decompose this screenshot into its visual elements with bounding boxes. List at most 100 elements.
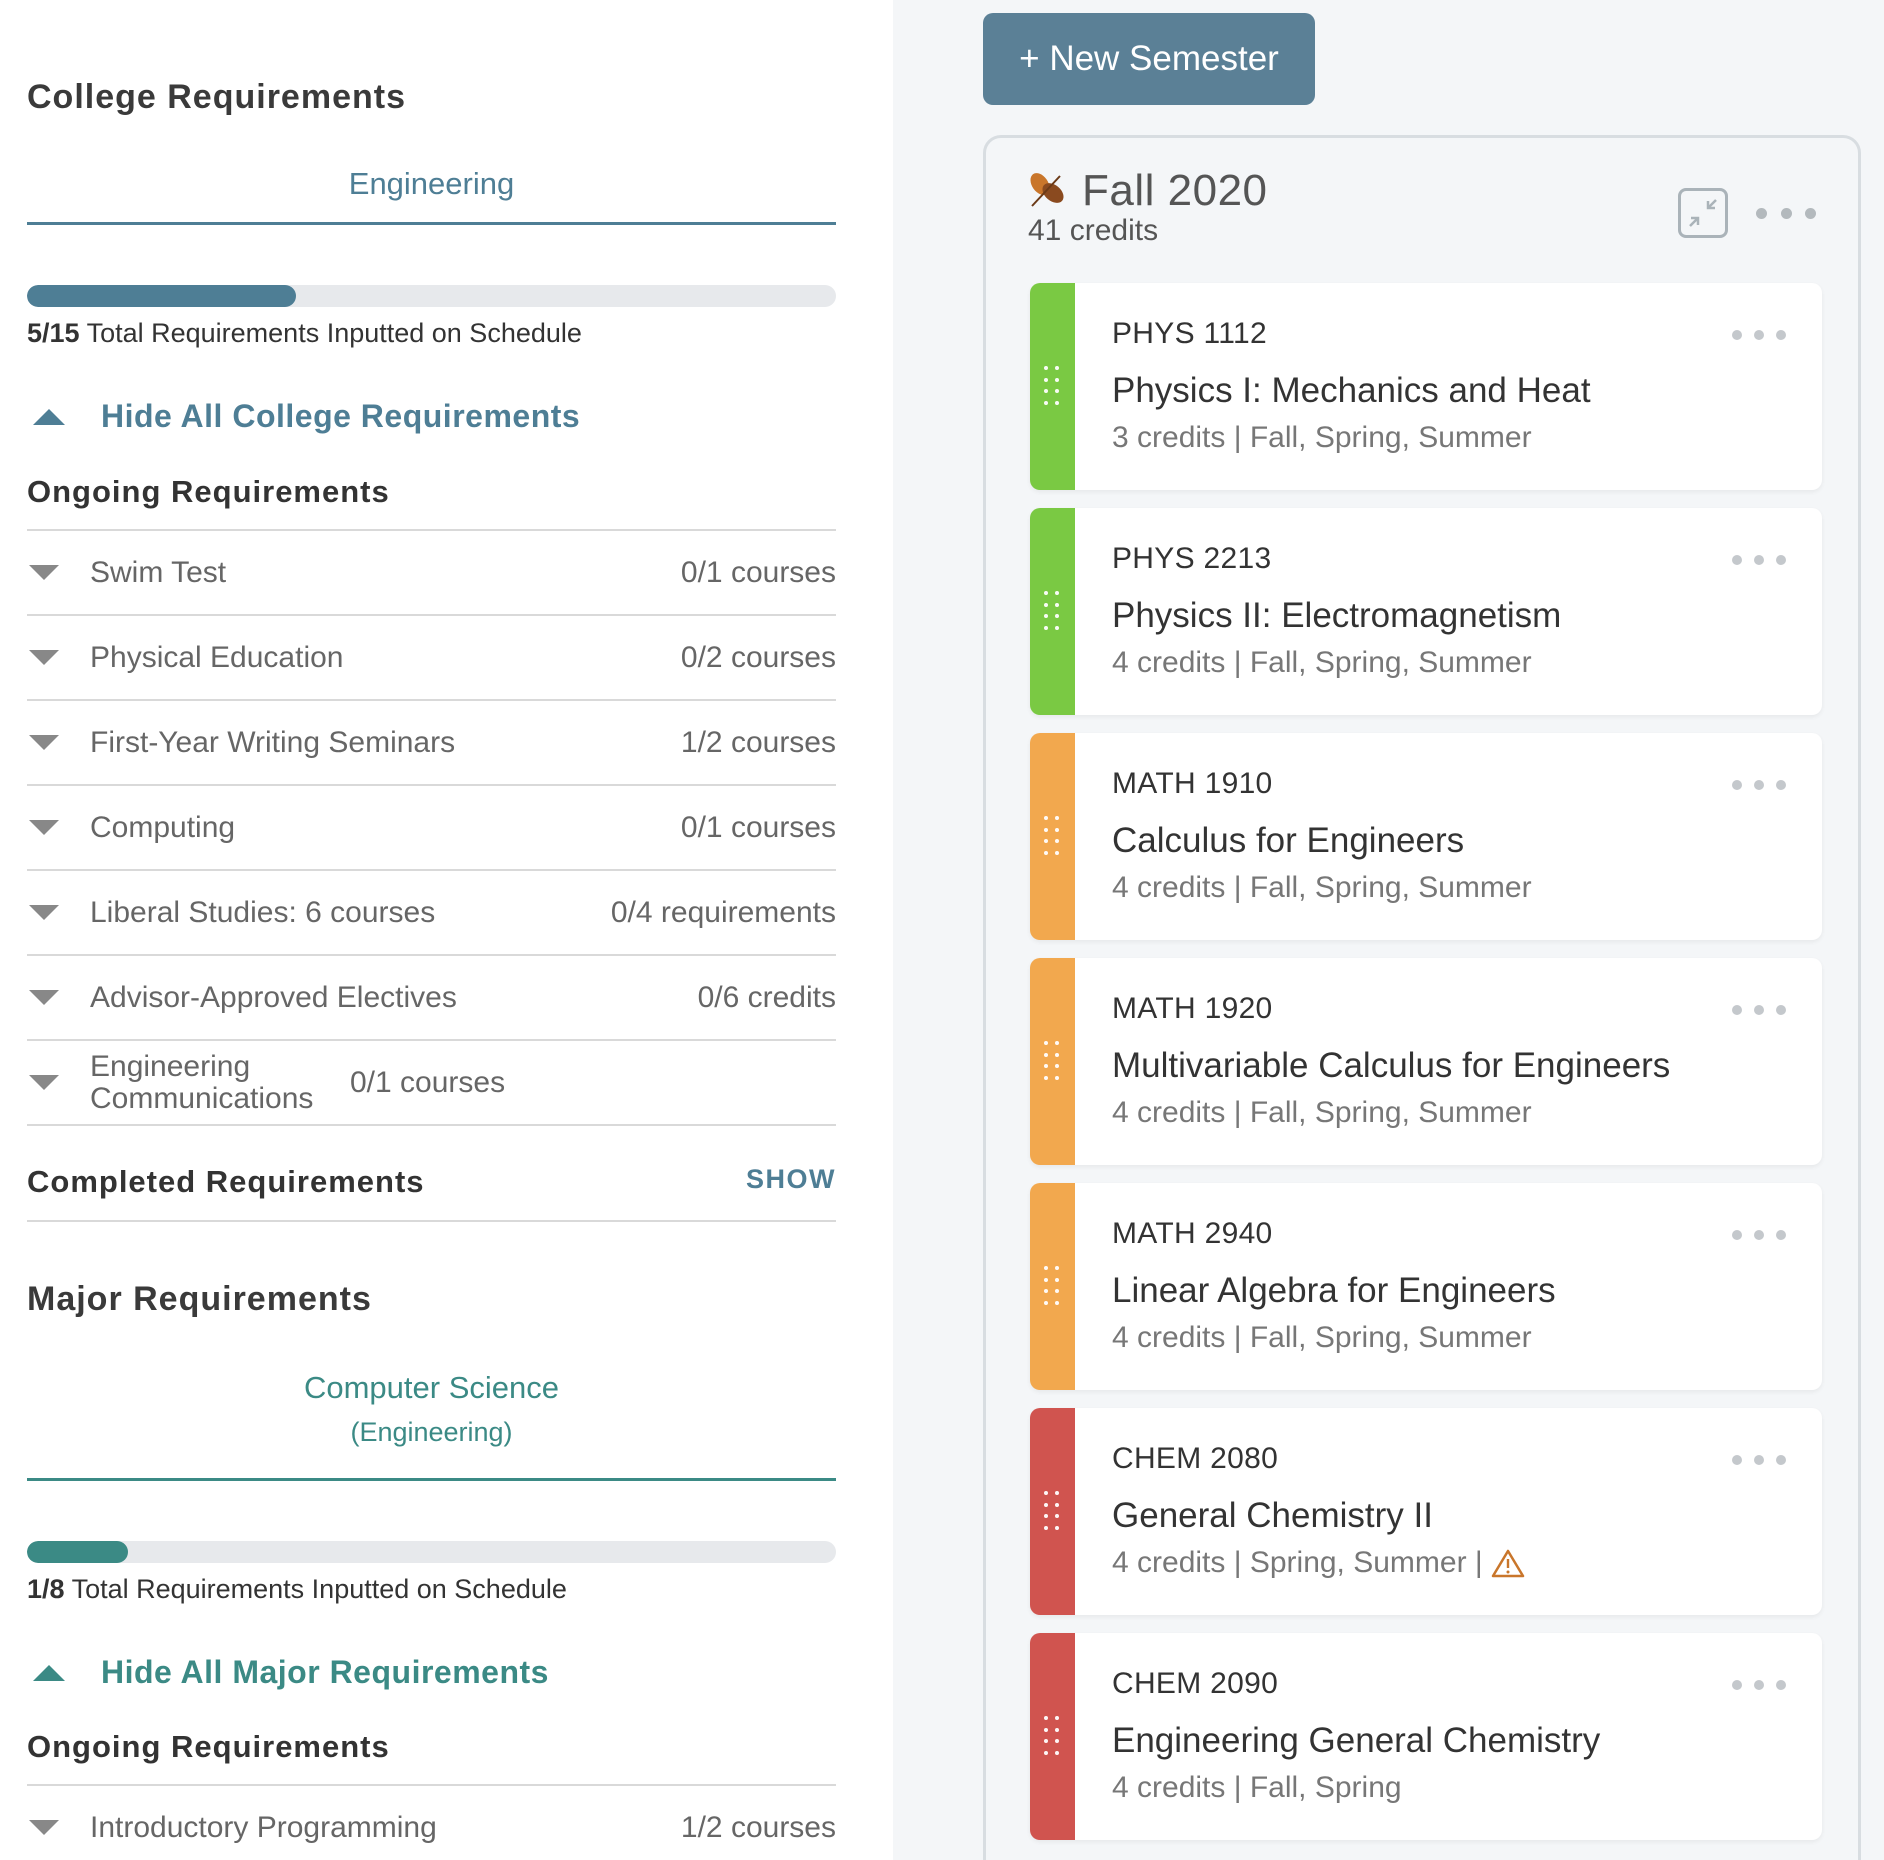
course-color-bar[interactable] [1030, 1183, 1075, 1390]
course-color-bar[interactable] [1030, 958, 1075, 1165]
course-card[interactable]: MATH 2940 Linear Algebra for Engineers 4 c… [1030, 1183, 1822, 1390]
grip-dot [1044, 1289, 1048, 1293]
caret-down-icon [29, 905, 59, 920]
app: College Requirements Engineering 5/15 To… [0, 0, 1884, 1860]
course-card[interactable]: CHEM 2080 General Chemistry II 4 credits |… [1030, 1408, 1822, 1615]
requirement-count: 0/1 courses [680, 555, 836, 589]
course-meta-text: 4 credits | Fall, Spring, Summer [1112, 646, 1532, 679]
course-card[interactable]: PHYS 1112 Physics I: Mechanics and Heat 3 … [1030, 283, 1822, 490]
course-card[interactable]: CHEM 2090 Engineering General Chemistry 4 … [1030, 1633, 1822, 1840]
dot [1776, 555, 1786, 565]
grip-dot [1044, 400, 1048, 405]
grip-dot [1055, 1041, 1059, 1045]
course-more-menu[interactable] [1732, 1677, 1786, 1693]
requirement-count: 0/1 courses [680, 810, 836, 844]
grip-dot [1055, 1502, 1059, 1507]
requirement-row[interactable]: First-Year Writing Seminars 1/2 courses [27, 701, 836, 786]
hide-major-requirements-toggle[interactable]: Hide All Major Requirements [27, 1654, 549, 1691]
collapse-semester-button[interactable] [1678, 188, 1728, 238]
dot [1754, 330, 1764, 340]
course-name: Engineering General Chemistry [1112, 1721, 1601, 1760]
course-color-bar[interactable] [1030, 283, 1075, 490]
course-card[interactable]: MATH 1920 Multivariable Calculus for Engi… [1030, 958, 1822, 1165]
college-progress-text: 5/15 Total Requirements Inputted on Sche… [27, 318, 582, 349]
course-meta: 4 credits | Fall, Spring, Summer [1112, 1321, 1532, 1355]
course-more-menu[interactable] [1732, 1227, 1786, 1243]
course-more-menu[interactable] [1732, 327, 1786, 343]
ongoing-requirements-heading: Ongoing Requirements [27, 474, 390, 509]
drag-handle-icon[interactable] [1044, 1716, 1060, 1756]
course-more-menu[interactable] [1732, 1452, 1786, 1468]
grip-dot [1055, 827, 1059, 832]
dot [1776, 1005, 1786, 1015]
tab-computer-science-sub: (Engineering) [350, 1417, 513, 1447]
course-more-menu[interactable] [1732, 1002, 1786, 1018]
dot [1776, 1455, 1786, 1465]
course-meta: 4 credits | Fall, Spring [1112, 1771, 1402, 1805]
grip-dot [1044, 1525, 1048, 1530]
grip-dot [1055, 1277, 1059, 1282]
requirement-row[interactable]: Advisor-Approved Electives 0/6 credits [27, 956, 836, 1041]
grip-dot [1055, 1075, 1059, 1080]
requirement-row[interactable]: Computing 0/1 courses [27, 786, 836, 871]
warning-icon[interactable] [1491, 1548, 1525, 1578]
requirement-count: 1/2 courses [680, 1810, 836, 1844]
course-meta: 3 credits | Fall, Spring, Summer [1112, 421, 1532, 455]
course-more-menu[interactable] [1732, 777, 1786, 793]
requirement-row[interactable]: Engineering Communications 0/1 courses [27, 1041, 836, 1126]
course-card[interactable]: MATH 1910 Calculus for Engineers 4 credits… [1030, 733, 1822, 940]
course-code: PHYS 1112 [1112, 317, 1268, 350]
drag-handle-icon[interactable] [1044, 366, 1060, 406]
dot [1776, 1230, 1786, 1240]
grip-dot [1044, 377, 1048, 382]
drag-handle-icon[interactable] [1044, 1266, 1060, 1306]
hide-college-requirements-toggle[interactable]: Hide All College Requirements [27, 398, 580, 435]
tab-engineering[interactable]: Engineering [27, 166, 836, 202]
course-color-bar[interactable] [1030, 1633, 1075, 1840]
course-meta-text: 4 credits | Fall, Spring, Summer [1112, 1321, 1532, 1354]
drag-handle-icon[interactable] [1044, 816, 1060, 856]
semester-more-menu[interactable] [1756, 198, 1816, 228]
course-color-bar[interactable] [1030, 733, 1075, 940]
course-color-bar[interactable] [1030, 508, 1075, 715]
grip-dot [1044, 1064, 1048, 1068]
grip-dot [1055, 1491, 1059, 1495]
grip-dot [1044, 366, 1048, 370]
requirement-row[interactable]: Physical Education 0/2 courses [27, 616, 836, 701]
show-completed-button[interactable]: SHOW [746, 1164, 836, 1195]
dot [1756, 207, 1767, 219]
drag-handle-icon[interactable] [1044, 1041, 1060, 1081]
dot [1780, 207, 1792, 219]
dot [1805, 207, 1816, 219]
grip-dot [1044, 1300, 1048, 1305]
course-code: MATH 1910 [1112, 767, 1273, 800]
grip-dot [1044, 1727, 1048, 1732]
course-color-bar[interactable] [1030, 1408, 1075, 1615]
dot [1776, 1680, 1786, 1690]
completed-requirements-heading: Completed Requirements [27, 1164, 425, 1199]
course-name: Physics II: Electromagnetism [1112, 596, 1562, 635]
requirement-name: First-Year Writing Seminars [90, 725, 456, 759]
requirement-name: Physical Education [90, 640, 344, 674]
drag-handle-icon[interactable] [1044, 1491, 1060, 1531]
course-more-menu[interactable] [1732, 552, 1786, 568]
course-name: Linear Algebra for Engineers [1112, 1271, 1556, 1310]
grip-dot [1044, 827, 1048, 832]
grip-dot [1055, 602, 1059, 607]
grip-dot [1044, 1502, 1048, 1507]
requirement-name: Swim Test [90, 555, 227, 589]
grip-dot [1044, 1277, 1048, 1282]
course-code: MATH 2940 [1112, 1217, 1273, 1250]
new-semester-button[interactable]: + New Semester [983, 13, 1315, 105]
course-card[interactable]: PHYS 2213 Physics II: Electromagnetism 4 c… [1030, 508, 1822, 715]
tab-computer-science[interactable]: Computer Science [27, 1370, 836, 1406]
requirement-row[interactable]: Liberal Studies: 6 courses 0/4 requiremen… [27, 871, 836, 956]
requirement-row[interactable]: Swim Test 0/1 courses [27, 531, 836, 616]
course-meta: 4 credits | Fall, Spring, Summer [1112, 646, 1532, 680]
dot [1732, 555, 1742, 565]
drag-handle-icon[interactable] [1044, 591, 1060, 631]
grip-dot [1044, 850, 1048, 855]
dot [1754, 1005, 1764, 1015]
requirement-name: Computing [90, 810, 236, 844]
requirement-row[interactable]: Introductory Programming 1/2 courses [27, 1786, 836, 1860]
